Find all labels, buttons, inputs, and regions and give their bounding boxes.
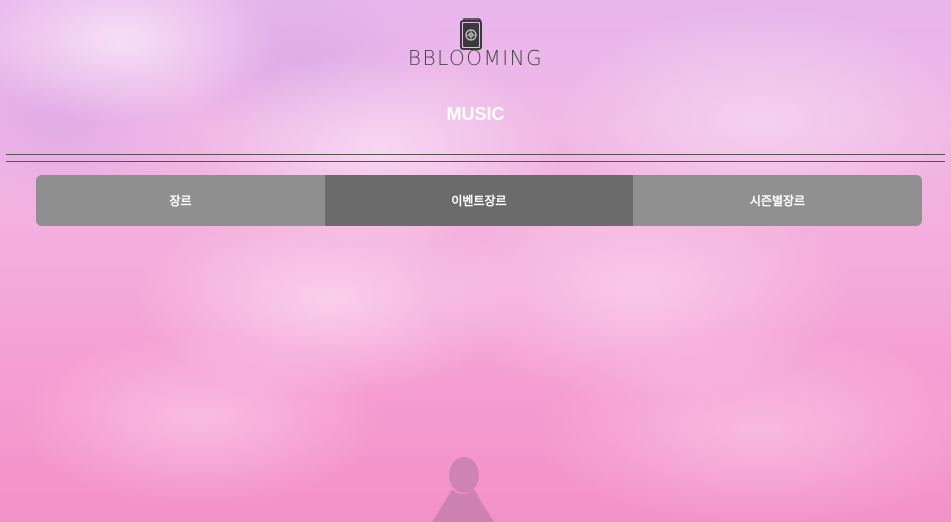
tab-event-genre[interactable]: 이벤트장르 — [325, 175, 633, 226]
divider-bottom — [6, 161, 945, 162]
site-header: BBLOOMING — [0, 0, 951, 90]
genre-tab-bar: 장르 이벤트장르 시즌별장르 — [36, 175, 922, 226]
person-silhouette — [432, 457, 494, 522]
tab-seasonal-genre[interactable]: 시즌별장르 — [633, 175, 922, 226]
tab-genre[interactable]: 장르 — [36, 175, 325, 226]
page-title: MUSIC — [446, 104, 505, 124]
site-logo-text[interactable]: BBLOOMING — [0, 46, 951, 70]
divider-top — [6, 154, 945, 155]
